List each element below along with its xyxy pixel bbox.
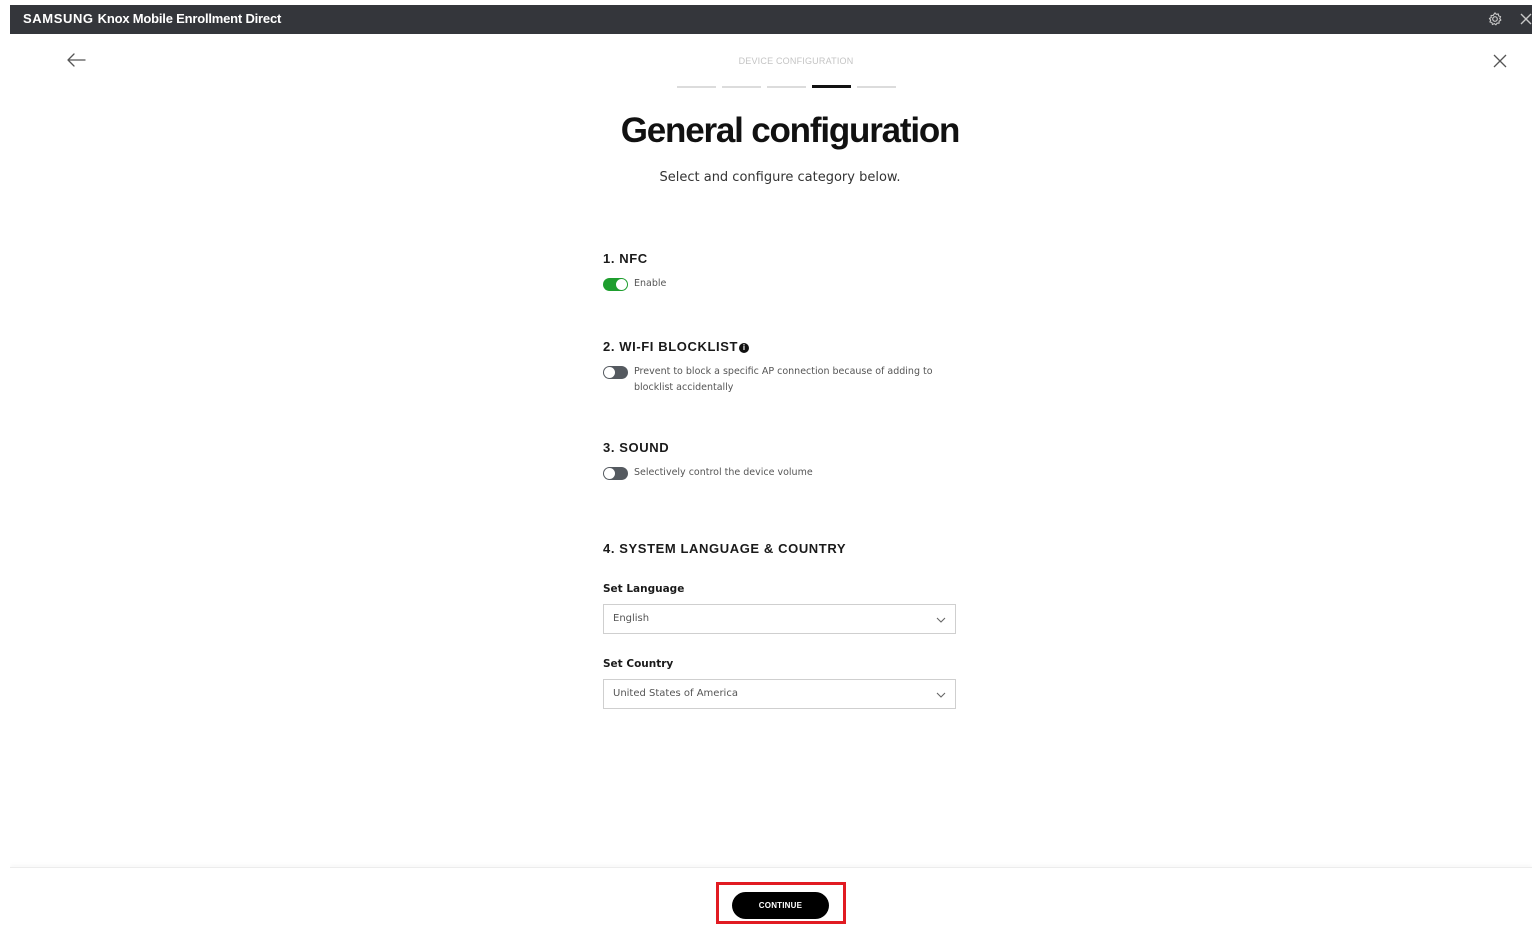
step-segment-active <box>812 85 851 88</box>
title-bar: SAMSUNG Knox Mobile Enrollment Direct <box>10 5 1532 34</box>
toggle-knob <box>616 279 627 290</box>
back-arrow-icon[interactable] <box>65 52 87 68</box>
language-label: Set Language <box>603 583 685 595</box>
screen: SAMSUNG Knox Mobile Enrollment Direct DEV… <box>0 0 1532 929</box>
toggle-knob <box>604 468 615 479</box>
sound-toggle-label: Selectively control the device volume <box>634 467 813 478</box>
country-label: Set Country <box>603 658 674 670</box>
step-segment <box>767 86 806 88</box>
samsung-logo: SAMSUNG <box>23 11 94 26</box>
nfc-toggle[interactable] <box>603 278 628 291</box>
step-label: DEVICE CONFIGURATION <box>738 56 854 66</box>
section-heading-language-country: 4. SYSTEM LANGUAGE & COUNTRY <box>603 541 847 556</box>
close-wizard-icon[interactable] <box>1492 53 1508 69</box>
app-name: Knox Mobile Enrollment Direct <box>97 11 282 26</box>
step-progress <box>677 85 907 89</box>
language-select[interactable]: English <box>603 604 956 634</box>
chevron-down-icon <box>936 692 946 698</box>
page-title: General configuration <box>620 111 961 150</box>
section-heading-sound: 3. SOUND <box>603 440 670 455</box>
step-segment <box>857 86 896 88</box>
section-heading-wifi-blocklist-text: 2. WI-FI BLOCKLIST <box>603 339 739 354</box>
sound-toggle[interactable] <box>603 467 628 480</box>
country-value: United States of America <box>613 688 738 699</box>
close-icon[interactable] <box>1518 11 1532 27</box>
footer-bar: CONTINUE <box>10 867 1532 929</box>
chevron-down-icon <box>936 617 946 623</box>
page-subtitle: Select and configure category below. <box>659 170 901 185</box>
section-heading-wifi-blocklist: 2. WI-FI BLOCKLIST i <box>603 339 750 354</box>
language-value: English <box>613 613 650 624</box>
wifi-blocklist-toggle[interactable] <box>603 366 628 379</box>
continue-button[interactable]: CONTINUE <box>732 892 829 919</box>
step-segment <box>677 86 716 88</box>
step-segment <box>722 86 761 88</box>
wifi-blocklist-toggle-label: Prevent to block a specific AP connectio… <box>634 366 933 393</box>
info-icon[interactable]: i <box>739 343 750 353</box>
toggle-knob <box>604 367 615 378</box>
app-window: SAMSUNG Knox Mobile Enrollment Direct DEV… <box>10 5 1532 929</box>
nfc-toggle-label: Enable <box>634 278 667 289</box>
section-heading-nfc: 1. NFC <box>603 251 648 266</box>
country-select[interactable]: United States of America <box>603 679 956 709</box>
gear-icon[interactable] <box>1487 11 1503 27</box>
app-title: SAMSUNG Knox Mobile Enrollment Direct <box>23 11 281 26</box>
